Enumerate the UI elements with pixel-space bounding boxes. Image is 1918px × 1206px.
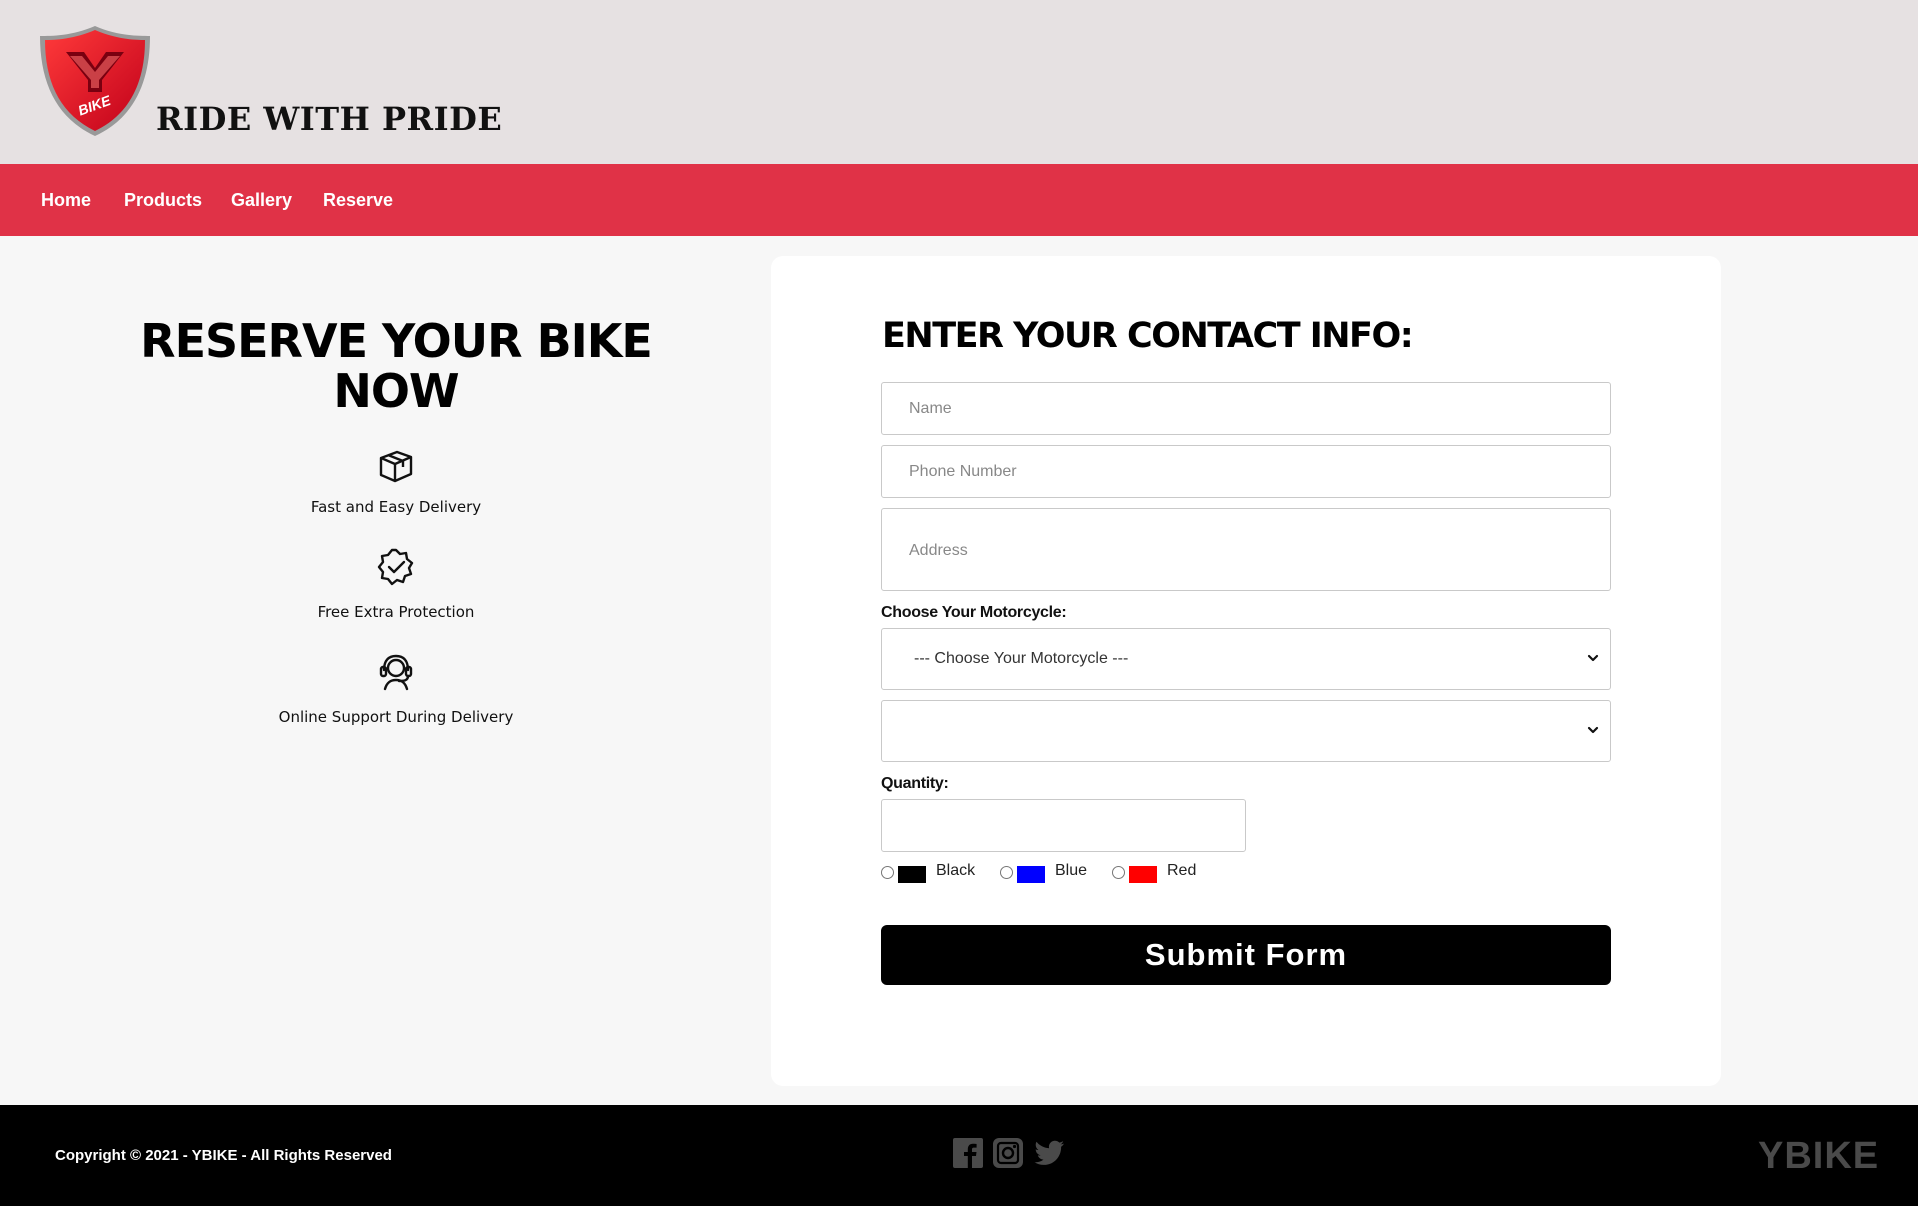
quantity-input[interactable] xyxy=(881,799,1246,852)
color-radio-blue[interactable] xyxy=(1000,866,1013,879)
copyright-text: Copyright © 2021 - YBIKE - All Rights Re… xyxy=(55,1147,392,1164)
nav-reserve[interactable]: Reserve xyxy=(323,164,393,236)
motorcycle-select[interactable]: --- Choose Your Motorcycle --- xyxy=(881,628,1611,690)
chevron-down-icon xyxy=(1586,651,1600,665)
color-label-blue: Blue xyxy=(1055,862,1088,879)
chevron-down-icon xyxy=(1586,723,1600,737)
submit-button[interactable]: Submit Form xyxy=(881,925,1611,985)
twitter-icon[interactable] xyxy=(1032,1135,1066,1169)
color-radio-red[interactable] xyxy=(1112,866,1125,879)
address-input[interactable] xyxy=(881,508,1611,591)
reserve-heading: RESERVE YOUR BIKE NOW xyxy=(140,314,653,418)
nav-gallery[interactable]: Gallery xyxy=(231,164,292,236)
box-icon xyxy=(375,445,417,487)
quantity-label: Quantity: xyxy=(881,775,949,792)
instagram-icon[interactable] xyxy=(991,1135,1025,1169)
color-label-black: Black xyxy=(936,862,976,879)
nav-home[interactable]: Home xyxy=(41,164,91,236)
color-swatch-black xyxy=(898,866,926,883)
color-swatch-red xyxy=(1129,866,1157,883)
site-slogan: RIDE WITH PRIDE xyxy=(156,100,503,138)
name-input[interactable] xyxy=(881,382,1611,435)
footer-brand: YBIKE xyxy=(1758,1135,1880,1177)
color-radio-black[interactable] xyxy=(881,866,894,879)
facebook-icon[interactable] xyxy=(951,1135,985,1169)
model-select[interactable] xyxy=(881,700,1611,762)
color-swatch-blue xyxy=(1017,866,1045,883)
feature-protection: Free Extra Protection xyxy=(317,603,475,621)
main-nav: Home Products Gallery Reserve xyxy=(0,164,1918,236)
shield-logo-icon: BIKE xyxy=(40,26,150,136)
support-headset-icon xyxy=(375,651,417,693)
feature-support: Online Support During Delivery xyxy=(278,708,514,726)
verified-badge-icon xyxy=(375,546,417,588)
ybike-logo[interactable]: BIKE xyxy=(36,22,154,140)
color-label-red: Red xyxy=(1167,862,1197,879)
motorcycle-select-value: --- Choose Your Motorcycle --- xyxy=(914,650,1129,667)
feature-delivery: Fast and Easy Delivery xyxy=(310,498,482,516)
nav-products[interactable]: Products xyxy=(124,164,202,236)
form-title: ENTER YOUR CONTACT INFO: xyxy=(882,316,1414,356)
motorcycle-label: Choose Your Motorcycle: xyxy=(881,604,1067,621)
phone-input[interactable] xyxy=(881,445,1611,498)
site-header: BIKE RIDE WITH PRIDE xyxy=(0,0,1918,164)
site-footer: Copyright © 2021 - YBIKE - All Rights Re… xyxy=(0,1105,1918,1206)
